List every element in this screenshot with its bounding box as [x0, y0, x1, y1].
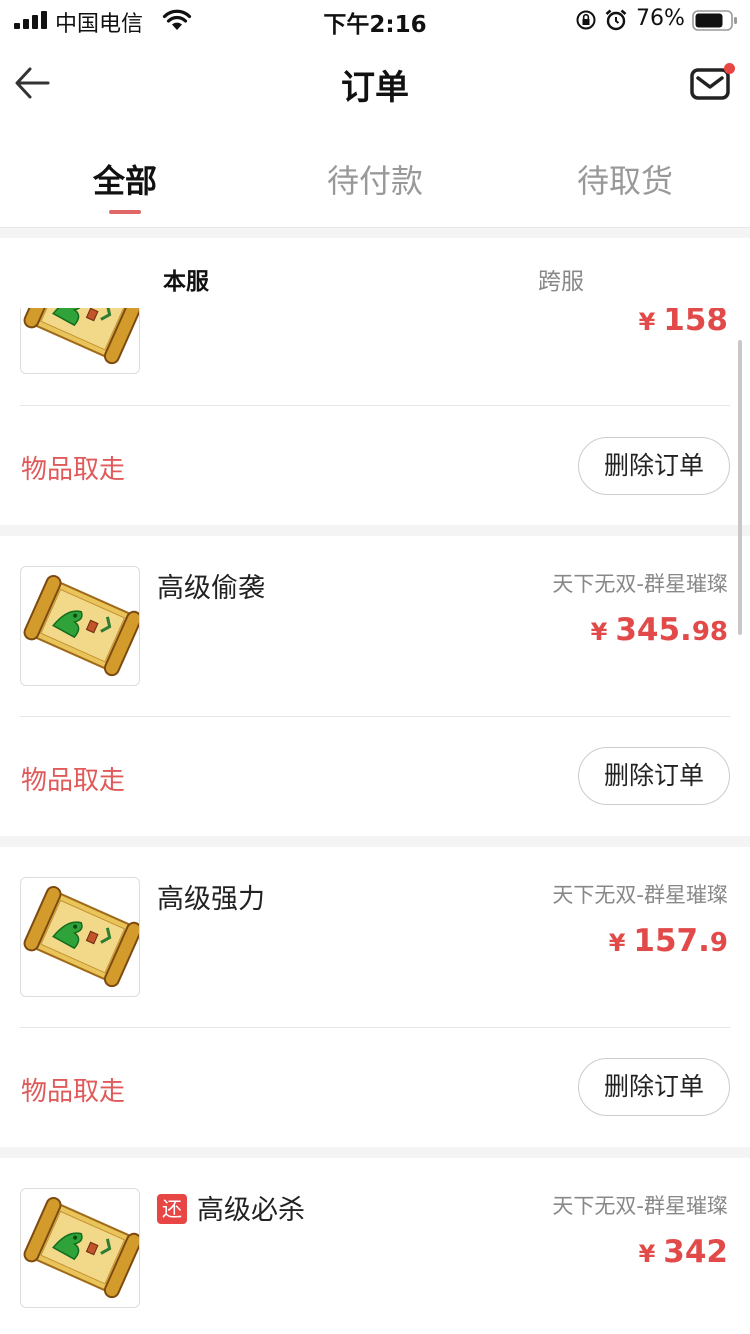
item-thumbnail	[20, 566, 140, 686]
item-thumbnail	[20, 1188, 140, 1308]
tab-pending-payment[interactable]: 待付款	[250, 156, 500, 202]
order-status: 物品取走	[21, 455, 126, 485]
tab-active-indicator	[109, 210, 141, 214]
return-tag: 还	[157, 1194, 187, 1224]
battery-percent: 76%	[636, 6, 685, 31]
order-card[interactable]: 高级偷袭 天下无双-群星璀璨 ¥345.98 物品取走 删除订单	[0, 536, 750, 836]
nav-bar: 订单	[0, 40, 750, 128]
orientation-lock-icon	[576, 10, 596, 30]
tab-pending-pickup[interactable]: 待取货	[500, 156, 750, 202]
delete-order-button[interactable]: 删除订单	[578, 747, 730, 805]
subtab-cross-server[interactable]: 跨服	[461, 262, 661, 296]
page-title: 订单	[341, 68, 409, 108]
divider	[20, 716, 730, 717]
status-bar: 中国电信 下午2:16 76%	[0, 0, 750, 40]
server-name: 天下无双-群星璀璨	[552, 572, 728, 596]
battery-icon	[692, 10, 737, 31]
item-thumbnail	[20, 877, 140, 997]
delete-order-button[interactable]: 删除订单	[578, 437, 730, 495]
order-status: 物品取走	[21, 766, 126, 796]
order-tabs: 全部 待付款 待取货	[0, 128, 750, 228]
subtab-this-server[interactable]: 本服	[86, 262, 286, 296]
item-name: 还高级必杀	[157, 1188, 305, 1227]
server-sub-tabs: 本服 跨服	[0, 238, 750, 308]
item-name: 高级偷袭	[157, 573, 265, 604]
divider	[20, 1027, 730, 1028]
server-name: 天下无双-群星璀璨	[552, 1194, 728, 1218]
delete-order-button[interactable]: 删除订单	[578, 1058, 730, 1116]
order-status: 物品取走	[21, 1077, 126, 1107]
item-name: 高级强力	[157, 884, 265, 915]
order-price: ¥345.98	[590, 612, 728, 648]
server-name: 天下无双-群星璀璨	[552, 883, 728, 907]
order-card[interactable]: 还高级必杀 天下无双-群星璀璨 ¥342	[0, 1158, 750, 1334]
alarm-icon	[605, 9, 627, 31]
order-card[interactable]: 高级强力 天下无双-群星璀璨 ¥157.9 物品取走 删除订单	[0, 847, 750, 1147]
scrollbar[interactable]	[738, 340, 742, 635]
order-price: ¥342	[638, 1234, 728, 1270]
order-price: ¥157.9	[608, 923, 728, 959]
divider	[20, 405, 730, 406]
tab-all[interactable]: 全部	[0, 156, 250, 202]
unread-dot	[724, 63, 735, 74]
